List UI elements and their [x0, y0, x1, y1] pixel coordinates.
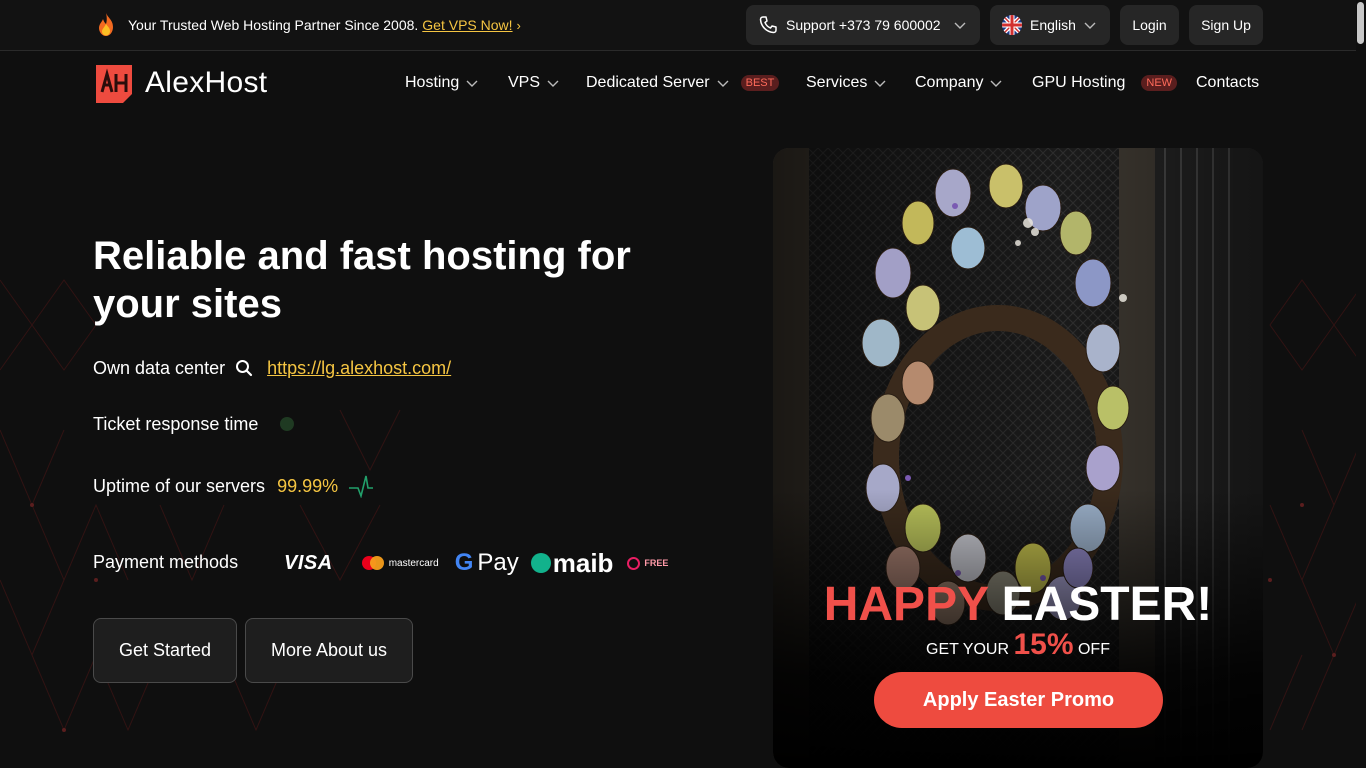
- ticket-label: Ticket response time: [93, 413, 259, 434]
- ticket-row: Ticket response time: [93, 412, 295, 436]
- main-nav: AlexHost Hosting VPS Dedicated Server BE…: [0, 51, 1366, 113]
- support-label: Support +373 79 600002: [786, 17, 941, 33]
- nav-label: Company: [915, 74, 984, 91]
- chevron-down-icon: [547, 80, 559, 87]
- mastercard-circle-orange: [369, 556, 384, 570]
- phone-icon: [759, 16, 777, 34]
- gpay-wordmark: Pay: [477, 549, 519, 576]
- uk-flag-icon: [1002, 15, 1022, 35]
- visa-logo: VISA: [284, 551, 333, 574]
- nav-item-vps[interactable]: VPS: [508, 72, 559, 94]
- uptime-row: Uptime of our servers 99.99%: [93, 473, 374, 499]
- easter-title-white: EASTER!: [1001, 578, 1213, 631]
- maib-wordmark: maib: [552, 547, 614, 578]
- login-button[interactable]: Login: [1120, 5, 1179, 45]
- promo-strip: Your Trusted Web Hosting Partner Since 2…: [94, 12, 521, 38]
- chevron-down-icon: [990, 80, 1002, 87]
- uptime-label: Uptime of our servers: [93, 475, 266, 496]
- new-badge: NEW: [1141, 75, 1178, 91]
- datacenter-row: Own data center https://lg.alexhost.com/: [93, 356, 451, 380]
- nav-label: Contacts: [1196, 74, 1260, 91]
- promo-text: Your Trusted Web Hosting Partner Since 2…: [128, 17, 419, 33]
- scrollbar-track[interactable]: [1356, 0, 1366, 768]
- nav-item-services[interactable]: Services: [806, 72, 886, 94]
- hero-title: Reliable and fast hosting for your sites: [93, 234, 631, 326]
- brand-name: AlexHost: [145, 66, 268, 99]
- pulse-icon: [349, 475, 374, 498]
- easter-sub-before: GET YOUR: [926, 641, 1010, 658]
- mastercard-wordmark: mastercard: [388, 557, 439, 569]
- support-dropdown[interactable]: Support +373 79 600002: [746, 5, 980, 45]
- chevron-down-icon: [1084, 22, 1096, 29]
- more-about-button[interactable]: More About us: [245, 618, 413, 683]
- google-g-icon: G: [454, 549, 474, 576]
- maib-logo: maib: [530, 547, 614, 579]
- scrollbar-thumb[interactable]: [1357, 2, 1364, 44]
- easter-sub-after: OFF: [1077, 641, 1110, 658]
- search-icon: [236, 360, 253, 377]
- nav-label: Hosting: [405, 74, 460, 91]
- chevron-down-icon: [874, 80, 886, 87]
- uptime-value: 99.99%: [277, 475, 339, 496]
- alexhost-logo-icon: [96, 65, 132, 103]
- nav-item-dedicated-server[interactable]: Dedicated Server BEST: [586, 72, 780, 94]
- best-badge: BEST: [740, 75, 780, 91]
- easter-discount: 15%: [1013, 628, 1074, 661]
- nav-item-gpu-hosting[interactable]: GPU Hosting NEW: [1032, 72, 1178, 94]
- easter-title-red: HAPPY: [823, 578, 989, 631]
- get-vps-link[interactable]: Get VPS Now!: [422, 17, 512, 33]
- nav-item-contacts[interactable]: Contacts: [1196, 72, 1259, 94]
- logo[interactable]: AlexHost: [93, 62, 267, 104]
- google-pay-logo: G Pay: [455, 549, 519, 577]
- looking-glass-link[interactable]: https://lg.alexhost.com/: [267, 358, 451, 379]
- chevron-down-icon: [717, 80, 729, 87]
- nav-item-hosting[interactable]: Hosting: [405, 72, 478, 94]
- signup-button[interactable]: Sign Up: [1189, 5, 1263, 45]
- language-label: English: [1030, 17, 1076, 33]
- get-started-button[interactable]: Get Started: [93, 618, 237, 683]
- top-bar: Your Trusted Web Hosting Partner Since 2…: [0, 0, 1366, 51]
- easter-title: HAPPY EASTER!: [773, 578, 1263, 632]
- chevron-down-icon: [954, 22, 966, 29]
- free-logo: FREE: [627, 556, 669, 570]
- payment-logos: VISA mastercard G Pay maib FREE: [284, 548, 668, 578]
- mastercard-logo: mastercard: [357, 556, 439, 570]
- payment-label: Payment methods: [93, 551, 239, 572]
- datacenter-label: Own data center: [93, 357, 226, 378]
- nav-item-company[interactable]: Company: [915, 72, 1002, 94]
- maib-mark-icon: [530, 553, 551, 573]
- chevron-right-icon: ›: [516, 17, 521, 33]
- nav-label: GPU Hosting: [1032, 74, 1126, 91]
- language-dropdown[interactable]: English: [990, 5, 1110, 45]
- nav-label: VPS: [508, 74, 541, 91]
- payment-row: Payment methods: [93, 550, 238, 574]
- free-wordmark: FREE: [644, 558, 669, 568]
- free-mark-icon: [627, 556, 641, 570]
- chevron-down-icon: [466, 80, 478, 87]
- nav-label: Services: [806, 74, 868, 91]
- status-dot: [280, 417, 295, 431]
- easter-subtitle: GET YOUR 15% OFF: [773, 628, 1263, 662]
- apply-easter-promo-button[interactable]: Apply Easter Promo: [874, 672, 1163, 728]
- nav-label: Dedicated Server: [586, 74, 710, 91]
- fire-icon: [99, 13, 113, 36]
